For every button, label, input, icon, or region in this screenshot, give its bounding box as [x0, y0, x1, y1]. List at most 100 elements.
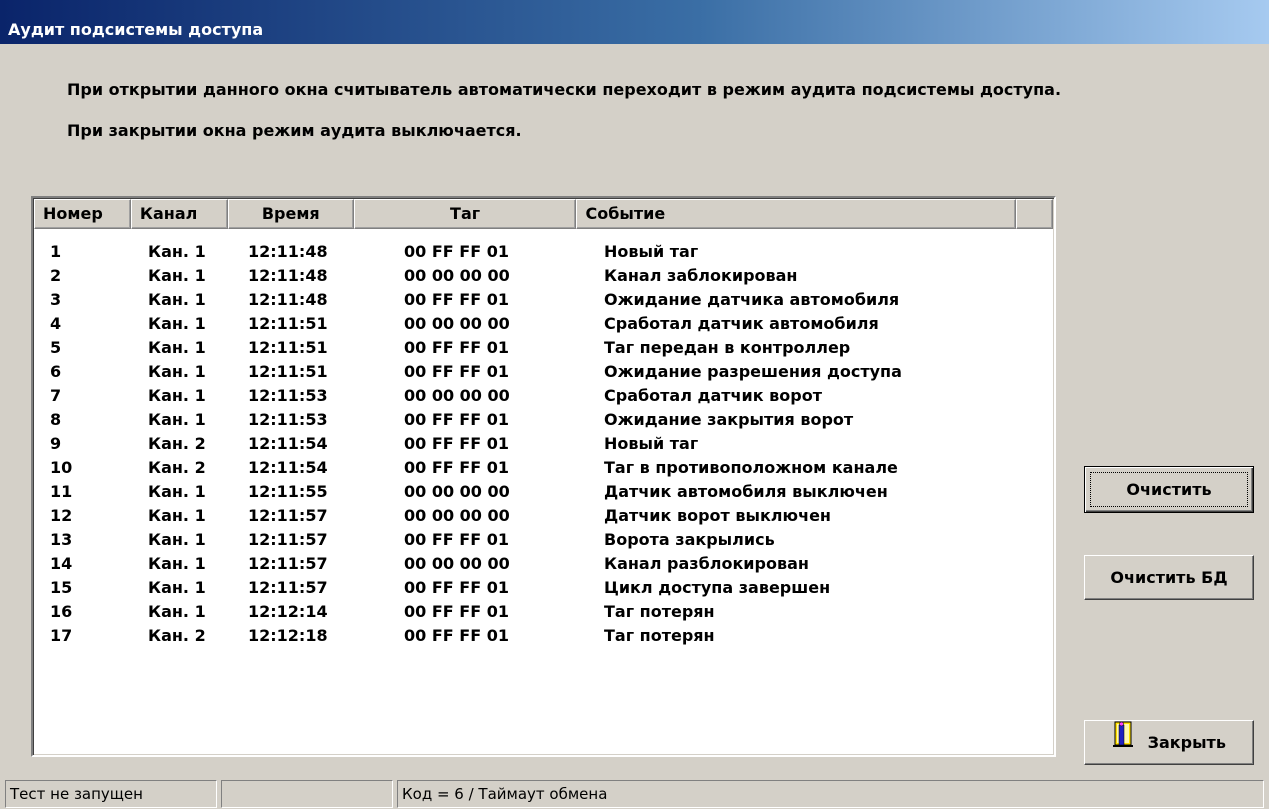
cell-number: 15 — [50, 578, 73, 597]
cell-channel: Кан. 1 — [148, 386, 206, 405]
column-header-tag[interactable]: Таг — [353, 199, 577, 229]
cell-time: 12:11:51 — [248, 362, 328, 381]
table-row[interactable]: 1 Кан. 1 12:11:48 00 FF FF 01 Новый таг — [34, 240, 1053, 264]
cell-tag: 00 00 00 00 — [404, 386, 510, 405]
cell-time: 12:11:53 — [248, 386, 328, 405]
table-row[interactable]: 7 Кан. 1 12:11:53 00 00 00 00 Сработал датчи… — [34, 384, 1053, 408]
cell-tag: 00 FF FF 01 — [404, 434, 509, 453]
table-row[interactable]: 12 Кан. 1 12:11:57 00 00 00 00 Датчик ворот … — [34, 504, 1053, 528]
cell-channel: Кан. 1 — [148, 290, 206, 309]
cell-number: 1 — [50, 242, 62, 261]
column-header-filler — [1016, 199, 1053, 229]
cell-channel: Кан. 1 — [148, 338, 206, 357]
cell-channel: Кан. 1 — [148, 602, 206, 621]
table-row[interactable]: 11 Кан. 1 12:11:55 00 00 00 00 Датчик автомо… — [34, 480, 1053, 504]
column-header-number[interactable]: Номер — [34, 199, 131, 229]
cell-number: 13 — [50, 530, 73, 549]
cell-event: Датчик ворот выключен — [604, 506, 831, 525]
close-button-label: Закрыть — [1147, 733, 1226, 752]
column-header-channel[interactable]: Канал — [130, 199, 228, 229]
cell-number: 14 — [50, 554, 73, 573]
cell-number: 12 — [50, 506, 73, 525]
close-button[interactable]: Закрыть — [1084, 720, 1254, 765]
status-panel-empty — [221, 780, 393, 808]
door-exit-icon — [1112, 720, 1134, 763]
table-row[interactable]: 3 Кан. 1 12:11:48 00 FF FF 01 Ожидание датчи… — [34, 288, 1053, 312]
cell-tag: 00 FF FF 01 — [404, 578, 509, 597]
table-row[interactable]: 5 Кан. 1 12:11:51 00 FF FF 01 Таг передан в … — [34, 336, 1053, 360]
cell-channel: Кан. 1 — [148, 554, 206, 573]
cell-time: 12:11:57 — [248, 530, 328, 549]
audit-event-list[interactable]: Номер Канал Время Таг Событие 1 Кан. 1 12:… — [31, 196, 1056, 757]
cell-time: 12:11:48 — [248, 266, 328, 285]
cell-time: 12:11:57 — [248, 506, 328, 525]
table-row[interactable]: 4 Кан. 1 12:11:51 00 00 00 00 Сработал датчи… — [34, 312, 1053, 336]
cell-number: 3 — [50, 290, 62, 309]
cell-event: Ожидание датчика автомобиля — [604, 290, 900, 309]
cell-time: 12:12:14 — [248, 602, 328, 621]
cell-channel: Кан. 1 — [148, 410, 206, 429]
cell-number: 11 — [50, 482, 73, 501]
cell-tag: 00 FF FF 01 — [404, 530, 509, 549]
cell-event: Цикл доступа завершен — [604, 578, 831, 597]
cell-tag: 00 FF FF 01 — [404, 242, 509, 261]
info-text-open: При открытии данного окна считыватель ав… — [67, 80, 1062, 99]
cell-channel: Кан. 1 — [148, 506, 206, 525]
list-rows: 1 Кан. 1 12:11:48 00 FF FF 01 Новый таг 2 Кан.… — [34, 240, 1053, 648]
cell-tag: 00 00 00 00 — [404, 482, 510, 501]
cell-number: 5 — [50, 338, 62, 357]
cell-time: 12:11:48 — [248, 290, 328, 309]
clear-button[interactable]: Очистить — [1084, 466, 1254, 513]
cell-event: Ожидание закрытия ворот — [604, 410, 854, 429]
cell-time: 12:11:54 — [248, 434, 328, 453]
cell-tag: 00 FF FF 01 — [404, 410, 509, 429]
cell-tag: 00 FF FF 01 — [404, 626, 509, 645]
cell-time: 12:11:51 — [248, 338, 328, 357]
cell-tag: 00 FF FF 01 — [404, 290, 509, 309]
cell-event: Новый таг — [604, 242, 699, 261]
cell-channel: Кан. 2 — [148, 626, 206, 645]
cell-channel: Кан. 2 — [148, 458, 206, 477]
list-header: Номер Канал Время Таг Событие — [34, 199, 1053, 229]
cell-number: 6 — [50, 362, 62, 381]
status-bar: Тест не запущен Код = 6 / Таймаут обмена — [0, 776, 1269, 809]
cell-channel: Кан. 1 — [148, 530, 206, 549]
cell-number: 8 — [50, 410, 62, 429]
cell-tag: 00 00 00 00 — [404, 554, 510, 573]
table-row[interactable]: 13 Кан. 1 12:11:57 00 FF FF 01 Ворота закрыл… — [34, 528, 1053, 552]
table-row[interactable]: 17 Кан. 2 12:12:18 00 FF FF 01 Таг потерян — [34, 624, 1053, 648]
title-bar[interactable]: Аудит подсистемы доступа — [0, 0, 1269, 44]
cell-number: 2 — [50, 266, 62, 285]
table-row[interactable]: 2 Кан. 1 12:11:48 00 00 00 00 Канал заблокир… — [34, 264, 1053, 288]
cell-tag: 00 00 00 00 — [404, 506, 510, 525]
column-header-event[interactable]: Событие — [576, 199, 1017, 229]
cell-time: 12:11:55 — [248, 482, 328, 501]
column-header-time[interactable]: Время — [227, 199, 354, 229]
cell-tag: 00 FF FF 01 — [404, 458, 509, 477]
cell-tag: 00 FF FF 01 — [404, 602, 509, 621]
clear-db-button[interactable]: Очистить БД — [1084, 555, 1254, 600]
cell-number: 10 — [50, 458, 73, 477]
cell-time: 12:11:54 — [248, 458, 328, 477]
cell-event: Ворота закрылись — [604, 530, 775, 549]
cell-time: 12:12:18 — [248, 626, 328, 645]
table-row[interactable]: 6 Кан. 1 12:11:51 00 FF FF 01 Ожидание разре… — [34, 360, 1053, 384]
cell-event: Таг потерян — [604, 626, 715, 645]
cell-event: Сработал датчик автомобиля — [604, 314, 879, 333]
cell-time: 12:11:53 — [248, 410, 328, 429]
table-row[interactable]: 10 Кан. 2 12:11:54 00 FF FF 01 Таг в противо… — [34, 456, 1053, 480]
cell-time: 12:11:57 — [248, 578, 328, 597]
cell-number: 7 — [50, 386, 62, 405]
cell-number: 9 — [50, 434, 62, 453]
cell-tag: 00 FF FF 01 — [404, 338, 509, 357]
table-row[interactable]: 9 Кан. 2 12:11:54 00 FF FF 01 Новый таг — [34, 432, 1053, 456]
cell-event: Новый таг — [604, 434, 699, 453]
table-row[interactable]: 8 Кан. 1 12:11:53 00 FF FF 01 Ожидание закры… — [34, 408, 1053, 432]
cell-time: 12:11:51 — [248, 314, 328, 333]
table-row[interactable]: 16 Кан. 1 12:12:14 00 FF FF 01 Таг потерян — [34, 600, 1053, 624]
cell-event: Канал разблокирован — [604, 554, 809, 573]
clear-db-button-label: Очистить БД — [1110, 568, 1228, 587]
table-row[interactable]: 14 Кан. 1 12:11:57 00 00 00 00 Канал разблок… — [34, 552, 1053, 576]
cell-event: Ожидание разрешения доступа — [604, 362, 902, 381]
table-row[interactable]: 15 Кан. 1 12:11:57 00 FF FF 01 Цикл доступа … — [34, 576, 1053, 600]
